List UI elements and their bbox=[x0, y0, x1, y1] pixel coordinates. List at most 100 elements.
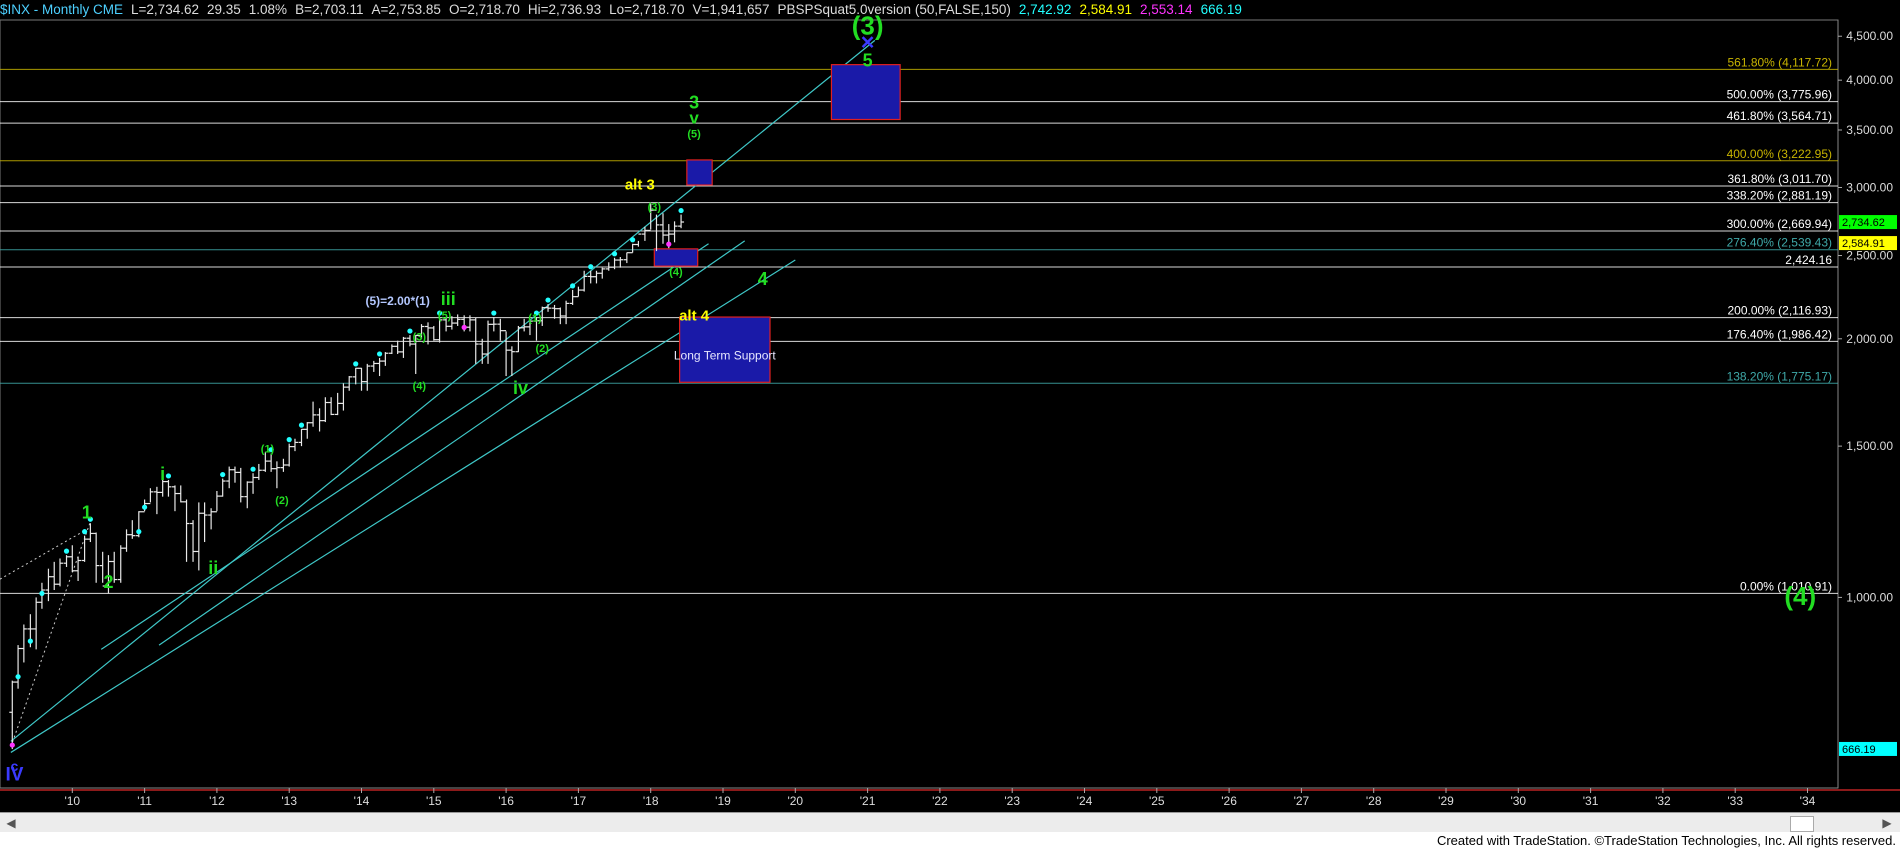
wave-label: (5) bbox=[438, 310, 452, 322]
wave-label: alt 4 bbox=[679, 308, 710, 325]
x-tick-label: '12 bbox=[209, 794, 225, 808]
wave-label: (3) bbox=[413, 332, 427, 344]
pivot-dot bbox=[630, 237, 636, 243]
last-price: L=2,734.62 bbox=[131, 2, 199, 17]
change-percent: 1.08% bbox=[248, 2, 288, 17]
target-box bbox=[653, 248, 699, 267]
wave-label: 3 bbox=[689, 92, 699, 112]
x-tick-label: '25 bbox=[1149, 794, 1165, 808]
x-tick-label: '20 bbox=[787, 794, 803, 808]
wave-label: iii bbox=[441, 289, 456, 309]
pivot-dot bbox=[570, 283, 576, 289]
wave-label: ii bbox=[208, 558, 218, 578]
fib-level-label: 400.00% (3,222.95) bbox=[1727, 147, 1832, 161]
wave-label: (1) bbox=[261, 443, 275, 455]
y-tick-label: 3,000.00 bbox=[1846, 181, 1893, 195]
price-tag-label: 2,734.62 bbox=[1842, 217, 1885, 229]
fib-level-label: 561.80% (4,117.72) bbox=[1727, 55, 1832, 69]
footer-credit: Created with TradeStation. ©TradeStation… bbox=[1436, 833, 1896, 848]
wave-label: 4 bbox=[758, 269, 768, 289]
scroll-right-icon[interactable]: ▶ bbox=[1878, 814, 1896, 832]
ask-price: A=2,753.85 bbox=[371, 2, 441, 17]
y-tick-label: 3,500.00 bbox=[1846, 123, 1893, 137]
wave-label: (4) bbox=[413, 381, 427, 393]
low-price: Lo=2,718.70 bbox=[609, 2, 685, 17]
wave-label: alt 3 bbox=[625, 176, 655, 193]
price-tag-label: 666.19 bbox=[1842, 744, 1876, 756]
scroll-left-icon[interactable]: ◀ bbox=[2, 814, 20, 832]
wave-label: (2) bbox=[275, 495, 289, 507]
wave-label: (2) bbox=[536, 343, 550, 355]
pivot-dot bbox=[39, 590, 45, 597]
pivot-dot bbox=[136, 529, 142, 535]
target-box bbox=[686, 159, 713, 186]
y-tick-label: 1,000.00 bbox=[1846, 590, 1893, 604]
pivot-dot bbox=[220, 471, 226, 478]
pivot-dot bbox=[588, 264, 594, 270]
x-tick-label: '28 bbox=[1366, 794, 1382, 808]
target-box bbox=[830, 64, 901, 121]
scroll-thumb[interactable] bbox=[1790, 816, 1814, 832]
fib-level-label: 276.40% (2,539.43) bbox=[1727, 236, 1832, 250]
pivot-dot bbox=[142, 504, 148, 510]
pivot-dot bbox=[298, 422, 305, 428]
wave-label: (4) bbox=[669, 266, 683, 278]
symbol-label: $INX - Monthly CME bbox=[0, 2, 124, 17]
wave-label: iv bbox=[513, 378, 528, 398]
pivot-dot bbox=[678, 207, 684, 214]
pivot-dot bbox=[81, 529, 88, 535]
pivot-dot bbox=[63, 548, 70, 554]
study-value-4: 666.19 bbox=[1200, 2, 1242, 17]
x-tick-label: '33 bbox=[1727, 794, 1743, 808]
wave-label: (5)=2.00*(1) bbox=[365, 294, 429, 308]
y-tick-label: 2,500.00 bbox=[1846, 249, 1893, 263]
price-chart[interactable]: 561.80% (4,117.72) 500.00% (3,775.96) 461.… bbox=[0, 0, 1900, 812]
pivot-dot bbox=[545, 297, 551, 303]
price-tag-label: 2,584.91 bbox=[1842, 238, 1885, 250]
study-value-1: 2,742.92 bbox=[1018, 2, 1072, 17]
horizontal-scrollbar[interactable]: ◀ ▶ bbox=[0, 812, 1900, 833]
y-tick-label: 4,500.00 bbox=[1846, 29, 1893, 43]
pivot-dot bbox=[376, 351, 383, 357]
pivot-dot bbox=[286, 437, 292, 443]
x-tick-label: '11 bbox=[137, 794, 152, 808]
fib-level-label: 500.00% (3,775.96) bbox=[1727, 88, 1832, 102]
study-name: PBSPSquat5.0version (50,FALSE,150) bbox=[777, 2, 1011, 17]
fib-level-label: 200.00% (2,116.93) bbox=[1727, 304, 1832, 318]
fib-level-label: 361.80% (3,011.70) bbox=[1727, 172, 1832, 186]
x-tick-label: '18 bbox=[643, 794, 659, 808]
wave-label: (4) bbox=[1784, 581, 1816, 611]
fib-level-label: 300.00% (2,669.94) bbox=[1727, 217, 1832, 231]
x-tick-label: '26 bbox=[1221, 794, 1237, 808]
change-value: 29.35 bbox=[206, 2, 241, 17]
pivot-dot bbox=[165, 473, 172, 479]
fib-level-label: 138.20% (1,775.17) bbox=[1727, 369, 1832, 383]
x-tick-label: '30 bbox=[1510, 794, 1526, 808]
x-tick-label: '16 bbox=[498, 794, 514, 808]
wave-label: (3) bbox=[648, 202, 662, 214]
y-tick-label: 1,500.00 bbox=[1846, 439, 1893, 453]
footer-bar: Created with TradeStation. ©TradeStation… bbox=[0, 832, 1900, 850]
x-tick-label: '24 bbox=[1077, 794, 1093, 808]
x-tick-label: '29 bbox=[1438, 794, 1454, 808]
x-tick-label: '17 bbox=[571, 794, 587, 808]
wave-label: (5) bbox=[687, 129, 701, 141]
x-tick-label: '13 bbox=[281, 794, 297, 808]
pivot-dot bbox=[461, 324, 467, 331]
pivot-dot bbox=[666, 241, 672, 247]
open-price: O=2,718.70 bbox=[448, 2, 520, 17]
pivot-dot bbox=[491, 310, 497, 316]
fib-level-label: 461.80% (3,564.71) bbox=[1727, 109, 1832, 123]
x-tick-label: '21 bbox=[860, 794, 876, 808]
wave-label: 2 bbox=[103, 572, 113, 592]
pivot-dot bbox=[27, 638, 33, 644]
x-tick-label: '34 bbox=[1800, 794, 1816, 808]
x-tick-label: '15 bbox=[426, 794, 442, 808]
fib-level-label: 176.40% (1,986.42) bbox=[1727, 327, 1832, 341]
study-value-3: 2,553.14 bbox=[1140, 2, 1193, 17]
volume-value: V=1,941,657 bbox=[692, 2, 770, 17]
high-price: Hi=2,736.93 bbox=[527, 2, 602, 17]
y-tick-label: 4,000.00 bbox=[1846, 73, 1893, 87]
pivot-dot bbox=[611, 251, 618, 257]
fib-level-label: 338.20% (2,881.19) bbox=[1727, 189, 1832, 203]
